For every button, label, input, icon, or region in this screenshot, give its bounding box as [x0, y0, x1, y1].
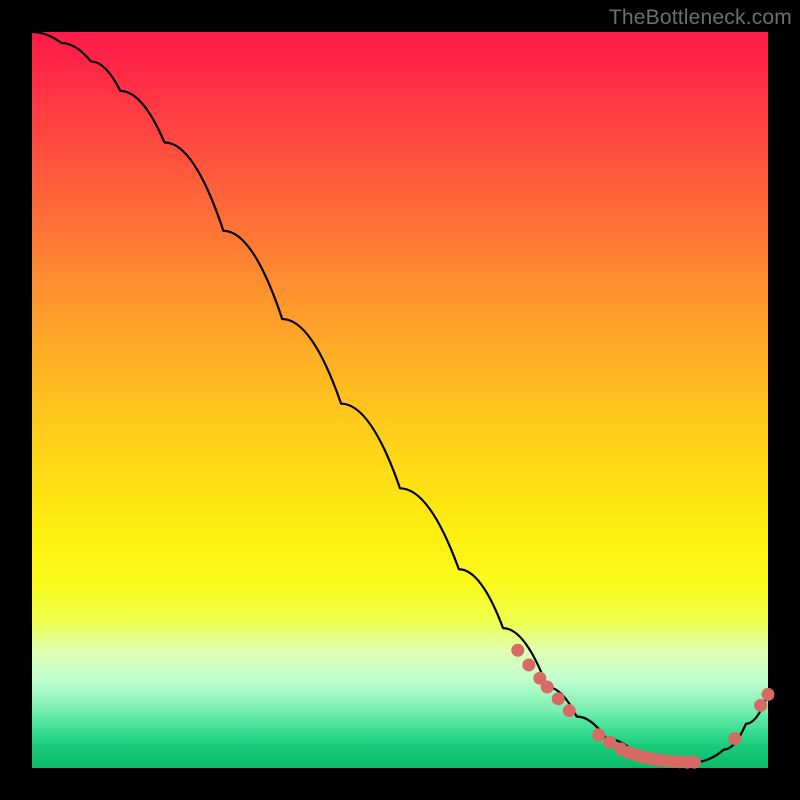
- marker-dot: [754, 699, 767, 712]
- plot-area: [32, 32, 768, 768]
- marker-dot: [592, 728, 605, 741]
- curve-path: [32, 32, 768, 762]
- marker-dot: [522, 658, 535, 671]
- watermark-text: TheBottleneck.com: [609, 6, 792, 30]
- marker-dot: [603, 736, 616, 749]
- marker-dot: [563, 704, 576, 717]
- chart-svg: [32, 32, 768, 768]
- bottleneck-curve: [32, 32, 768, 762]
- marker-dot: [728, 732, 741, 745]
- marker-dot: [762, 688, 775, 701]
- highlight-markers: [511, 644, 774, 769]
- marker-dot: [552, 692, 565, 705]
- marker-dot: [688, 756, 701, 769]
- marker-dot: [511, 644, 524, 657]
- marker-dot: [541, 681, 554, 694]
- chart-stage: TheBottleneck.com: [0, 0, 800, 800]
